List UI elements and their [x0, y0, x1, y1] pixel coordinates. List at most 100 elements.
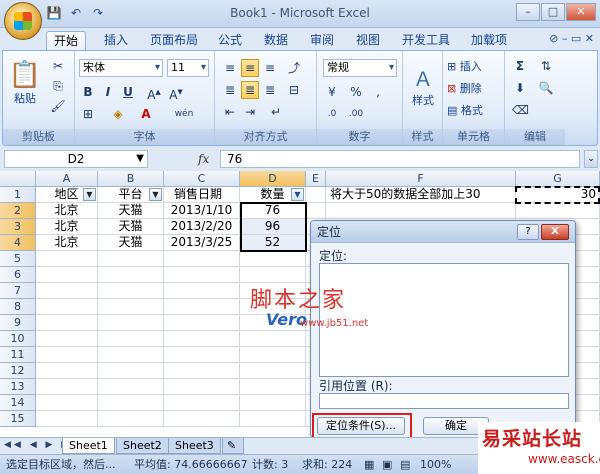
styles-button[interactable]: Ａ 样式 [405, 57, 441, 113]
decrease-indent-icon[interactable]: ⇤ [221, 103, 239, 121]
cell-c1[interactable]: 销售日期 [164, 187, 240, 203]
underline-button[interactable]: U [119, 83, 137, 101]
row-header[interactable]: 15 [0, 411, 36, 427]
cell-f1[interactable]: 将大于50的数据全部加上30 [326, 187, 516, 203]
ribbon-restore-icon[interactable]: ▭ [571, 32, 581, 45]
wrap-text-icon[interactable]: ↵ [267, 103, 285, 121]
empty-cell[interactable] [516, 203, 600, 219]
cell-b3[interactable]: 天猫 [98, 219, 164, 235]
tab-insert[interactable]: 插入 [96, 31, 136, 50]
cell-c3[interactable]: 2013/2/20 [164, 219, 240, 235]
empty-cell[interactable] [240, 267, 306, 283]
format-painter-icon[interactable]: 🖌 [49, 97, 67, 115]
merge-center-icon[interactable]: ⊟ [285, 81, 303, 99]
cell-g1[interactable]: 30 [516, 187, 600, 203]
select-all[interactable] [0, 171, 36, 187]
decrease-decimal-icon[interactable]: .00 [347, 105, 365, 123]
empty-cell[interactable] [164, 331, 240, 347]
normal-view-icon[interactable]: ▦ [364, 455, 374, 474]
font-name-select[interactable]: 宋体 [79, 59, 163, 77]
sheet-tab-2[interactable]: Sheet2 [116, 438, 169, 454]
minimize-button[interactable]: – [516, 3, 540, 21]
empty-cell[interactable] [240, 363, 306, 379]
delete-cells-button[interactable]: ⊠ 删除 [447, 79, 482, 97]
col-header-c[interactable]: C [164, 171, 240, 187]
format-cells-button[interactable]: ▤ 格式 [447, 101, 483, 119]
filter-dropdown-icon[interactable]: ▼ [83, 188, 96, 201]
fill-color-icon[interactable]: ◈ [109, 105, 127, 123]
row-header[interactable]: 8 [0, 299, 36, 315]
sheet-tab-3[interactable]: Sheet3 [168, 438, 221, 454]
office-button[interactable] [4, 2, 42, 40]
align-middle-icon[interactable]: ≡ [241, 59, 259, 77]
empty-cell[interactable] [36, 251, 98, 267]
align-center-icon[interactable]: ≣ [241, 81, 259, 99]
zoom-level[interactable]: 100% [420, 455, 451, 474]
empty-cell[interactable] [36, 331, 98, 347]
help-icon[interactable]: ⊘ [549, 32, 558, 45]
row-header[interactable]: 2 [0, 203, 36, 219]
tab-addins[interactable]: 加载项 [464, 31, 514, 50]
tab-developer[interactable]: 开发工具 [396, 31, 456, 50]
empty-cell[interactable] [240, 395, 306, 411]
empty-cell[interactable] [98, 347, 164, 363]
empty-cell[interactable] [98, 411, 164, 427]
fx-icon[interactable]: fx [198, 152, 209, 166]
maximize-button[interactable]: □ [541, 3, 565, 21]
cell-d1[interactable]: 数量 ▼ [240, 187, 306, 203]
empty-cell[interactable] [240, 379, 306, 395]
tab-home[interactable]: 开始 [46, 31, 86, 50]
number-format-select[interactable]: 常规 [323, 59, 397, 77]
tab-data[interactable]: 数据 [256, 31, 296, 50]
paste-button[interactable]: 📋 粘贴 [7, 55, 43, 111]
empty-cell[interactable] [164, 283, 240, 299]
align-bottom-icon[interactable]: ≡ [261, 59, 279, 77]
row-header[interactable]: 7 [0, 283, 36, 299]
empty-cell[interactable] [98, 315, 164, 331]
cell-d3[interactable]: 96 [240, 219, 306, 235]
empty-cell[interactable] [240, 411, 306, 427]
row-header[interactable]: 3 [0, 219, 36, 235]
expand-formula-icon[interactable]: ⌄ [584, 150, 598, 168]
row-header[interactable]: 14 [0, 395, 36, 411]
cell-d4[interactable]: 52 [240, 235, 306, 251]
copy-icon[interactable]: ⎘ [49, 77, 67, 95]
grow-font-icon[interactable]: A▲ [145, 83, 163, 102]
percent-icon[interactable]: % [347, 83, 365, 101]
filter-dropdown-icon[interactable]: ▼ [149, 188, 162, 201]
formula-input[interactable]: 76 [220, 150, 580, 168]
shrink-font-icon[interactable]: A▼ [167, 83, 185, 102]
cell-a1[interactable]: 地区 ▼ [36, 187, 98, 203]
row-header[interactable]: 4 [0, 235, 36, 251]
empty-cell[interactable] [36, 299, 98, 315]
empty-cell[interactable] [164, 347, 240, 363]
name-box[interactable]: D2 ▼ [4, 150, 148, 168]
cell-b1[interactable]: 平台 ▼ [98, 187, 164, 203]
empty-cell[interactable] [98, 363, 164, 379]
empty-cell[interactable] [306, 187, 326, 203]
orientation-icon[interactable]: ⤴ [285, 59, 303, 77]
empty-cell[interactable] [306, 203, 326, 219]
ribbon-close-icon[interactable]: ✕ [585, 32, 594, 45]
help-button[interactable]: ? [517, 224, 539, 240]
italic-button[interactable]: I [99, 83, 117, 101]
col-header-f[interactable]: F [326, 171, 516, 187]
sort-filter-icon[interactable]: ⇅ [537, 57, 555, 75]
page-layout-view-icon[interactable]: ▣ [382, 455, 392, 474]
empty-cell[interactable] [326, 203, 516, 219]
empty-cell[interactable] [36, 411, 98, 427]
borders-icon[interactable]: ⊞ [79, 105, 97, 123]
row-header[interactable]: 12 [0, 363, 36, 379]
autosum-icon[interactable]: Σ [511, 57, 529, 75]
empty-cell[interactable] [98, 267, 164, 283]
close-window-button[interactable]: ✕ [566, 3, 596, 21]
tab-page-layout[interactable]: 页面布局 [144, 31, 204, 50]
align-right-icon[interactable]: ≣ [261, 81, 279, 99]
filter-active-icon[interactable]: ▼ [291, 188, 304, 201]
insert-sheet-icon[interactable]: ✎ [222, 438, 244, 454]
col-header-b[interactable]: B [98, 171, 164, 187]
cell-a3[interactable]: 北京 [36, 219, 98, 235]
increase-indent-icon[interactable]: ⇥ [241, 103, 259, 121]
empty-cell[interactable] [98, 379, 164, 395]
empty-cell[interactable] [164, 315, 240, 331]
